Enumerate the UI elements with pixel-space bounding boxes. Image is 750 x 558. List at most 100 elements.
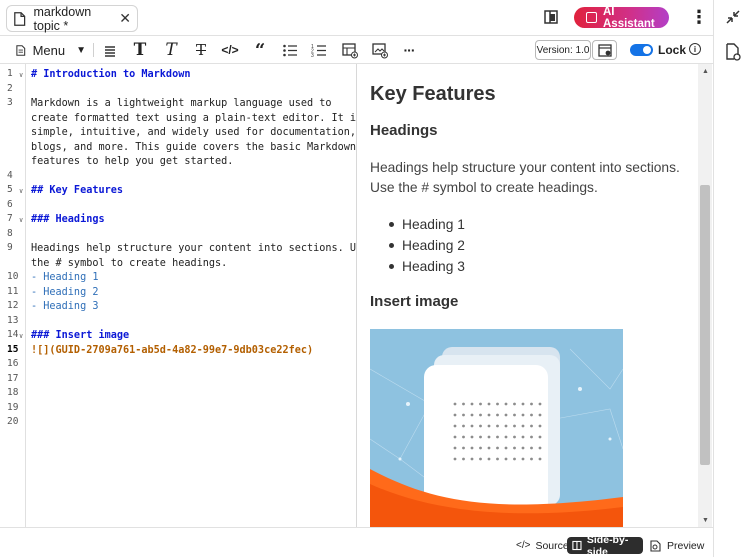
split-view-icon: [572, 540, 582, 551]
decorative-dot: [479, 402, 482, 406]
code-line[interactable]: ### Insert image: [31, 329, 129, 344]
decorative-dot: [504, 446, 508, 450]
line-number-text: 17: [7, 372, 19, 384]
code-line[interactable]: ![](GUID-2709a761-ab5d-4a82-99e7-9db03ce…: [31, 344, 313, 359]
decorative-dot: [487, 424, 491, 428]
decorative-dot: [470, 446, 474, 450]
insert-image-icon[interactable]: [372, 40, 388, 60]
code-line[interactable]: simple, intuitive, and widely used for d…: [31, 126, 356, 141]
scrollbar-thumb[interactable]: [700, 185, 710, 465]
decorative-dot: [521, 457, 525, 461]
right-rail: [713, 0, 750, 557]
decorative-dot: [538, 402, 542, 406]
version-button[interactable]: Version: 1.0: [535, 40, 591, 60]
line-number-text: 15: [7, 343, 19, 355]
line-number: 11: [0, 286, 26, 301]
code-line[interactable]: # Introduction to Markdown: [31, 68, 190, 83]
line-number-text: 14: [7, 329, 19, 340]
decorative-dot: [453, 402, 457, 406]
quote-icon[interactable]: “: [251, 40, 269, 61]
decorative-dot: [504, 457, 508, 461]
code-icon[interactable]: </>: [221, 40, 239, 60]
view-mode-footer: </> Source Side-by-side Preview: [0, 527, 713, 558]
paragraph-icon[interactable]: [103, 40, 117, 60]
fold-chevron-icon[interactable]: ∨: [19, 332, 23, 340]
decorative-dot: [496, 435, 499, 439]
version-history-button[interactable]: [592, 40, 617, 60]
decorative-dot: [504, 402, 508, 406]
preview-mode-button[interactable]: Preview: [650, 537, 704, 554]
version-history-icon: [597, 43, 612, 57]
preview-scrollbar[interactable]: ▲ ▼: [698, 64, 712, 527]
bulleted-list-icon[interactable]: [282, 40, 298, 60]
preview-bullet-list: Heading 1 Heading 2 Heading 3: [389, 214, 465, 277]
decorative-dot: [470, 424, 474, 428]
decorative-dot: [530, 457, 533, 461]
side-by-side-mode-button[interactable]: Side-by-side: [567, 534, 643, 558]
info-icon[interactable]: i: [689, 43, 701, 55]
code-icon: </>: [516, 540, 531, 551]
decorative-dot: [538, 435, 542, 439]
line-number-gutter: 1 ∨ 2 3 4 5 ∨ 6 7 ∨ 8 9 10 11 12 13 14 ∨ 15 16 17 18 19 20: [0, 64, 26, 527]
more-tools-icon[interactable]: ···: [401, 40, 417, 60]
decorative-dot: [462, 424, 465, 428]
preview-icon: [650, 539, 661, 552]
code-line[interactable]: Markdown is a lightweight markup languag…: [31, 97, 332, 112]
line-number: 5 ∨: [0, 184, 26, 199]
code-line[interactable]: - Heading 2: [31, 286, 98, 301]
tab-bar: markdown topic * ✕ AI Assistant ⋮: [0, 0, 713, 36]
code-line[interactable]: ## Key Features: [31, 184, 123, 199]
fold-chevron-icon[interactable]: ∨: [19, 187, 23, 195]
menu-label: Menu: [32, 42, 66, 58]
line-number-text: 20: [7, 416, 19, 427]
code-line[interactable]: Headings help structure your content int…: [31, 242, 356, 257]
bold-icon[interactable]: T: [131, 40, 149, 60]
line-number: 3: [0, 97, 26, 112]
line-number: 13: [0, 315, 26, 330]
code-line[interactable]: the # symbol to create headings.: [31, 257, 227, 272]
decorative-dot: [538, 413, 542, 417]
decorative-dot: [479, 457, 482, 461]
source-label: Source: [535, 539, 569, 552]
source-mode-button[interactable]: </> Source: [516, 537, 569, 554]
fold-chevron-icon[interactable]: ∨: [19, 71, 23, 79]
menu-button[interactable]: Menu ▼: [16, 40, 86, 60]
decorative-dot: [462, 402, 465, 406]
line-number: 7 ∨: [0, 213, 26, 228]
code-line[interactable]: - Heading 1: [31, 271, 98, 286]
markdown-editor[interactable]: 1 ∨ 2 3 4 5 ∨ 6 7 ∨ 8 9 10 11 12 13 14 ∨ 15 16 17 18 19 20 # In…: [0, 64, 357, 527]
numbered-list-icon[interactable]: 123: [311, 40, 327, 60]
line-number-text: 4: [7, 169, 13, 181]
close-icon[interactable]: ✕: [119, 10, 131, 27]
code-line[interactable]: create formatted text using a plain-text…: [31, 112, 356, 127]
scroll-down-icon[interactable]: ▼: [702, 517, 709, 524]
line-number: 4: [0, 170, 26, 185]
line-number-text: 2: [7, 82, 13, 94]
collapse-icon[interactable]: [725, 9, 741, 25]
insert-table-icon[interactable]: [342, 40, 358, 60]
decorative-dot: [479, 424, 482, 428]
decorative-dot: [496, 446, 499, 450]
preview-heading-headings: Headings: [370, 122, 438, 139]
line-number-text: 6: [7, 198, 13, 210]
list-item: Heading 2: [389, 235, 465, 256]
italic-icon[interactable]: T: [162, 40, 180, 60]
code-line[interactable]: - Heading 3: [31, 300, 98, 315]
ai-assistant-button[interactable]: AI Assistant: [574, 6, 669, 30]
split-view-icon[interactable]: [543, 9, 559, 25]
decorative-dot: [530, 424, 533, 428]
code-line[interactable]: blogs, and more. This guide covers the b…: [31, 141, 356, 156]
strikethrough-icon[interactable]: T: [192, 40, 210, 60]
document-tab[interactable]: markdown topic * ✕: [6, 5, 138, 33]
lock-toggle[interactable]: [630, 44, 653, 56]
fold-chevron-icon[interactable]: ∨: [19, 216, 23, 224]
line-number: 15: [0, 344, 26, 359]
document-settings-icon[interactable]: [725, 43, 741, 61]
preview-heading-1: Key Features: [370, 83, 496, 105]
more-options-icon[interactable]: ⋮: [690, 8, 708, 28]
code-line[interactable]: features to help you get started.: [31, 155, 233, 170]
decorative-dot: [504, 435, 508, 439]
code-line[interactable]: ### Headings: [31, 213, 105, 228]
line-number: 20: [0, 416, 26, 431]
scroll-up-icon[interactable]: ▲: [702, 68, 709, 75]
